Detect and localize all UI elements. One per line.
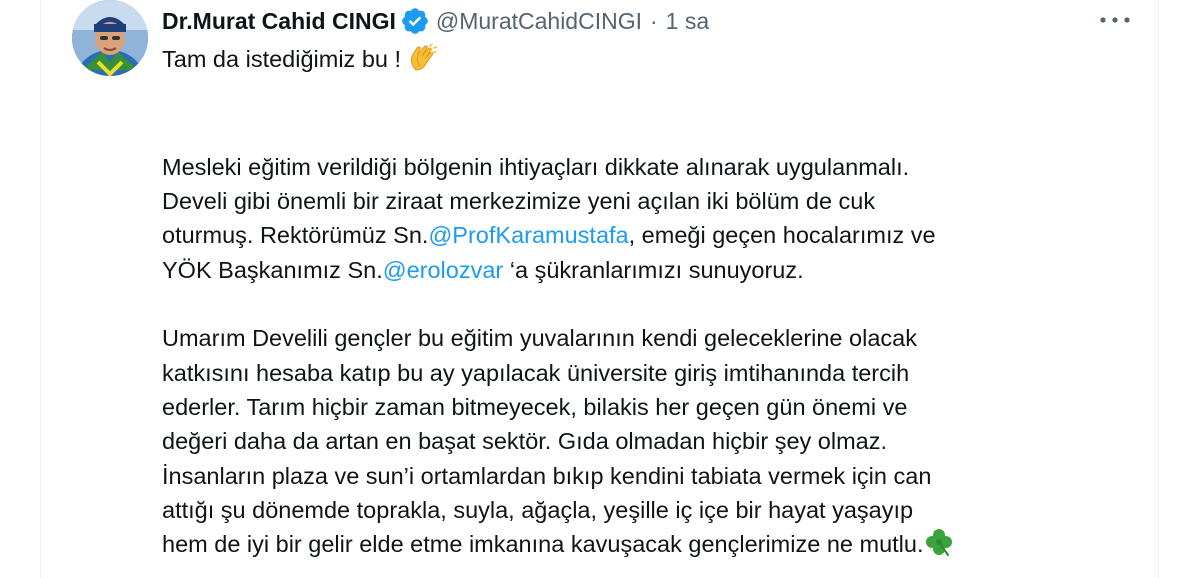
tweet-line: Develi gibi önemli bir ziraat merkezimiz… <box>162 188 876 215</box>
shamrock-emoji <box>924 527 954 566</box>
clapping-hands-emoji <box>408 43 438 81</box>
tweet-line: Tam da istediğimiz bu ! <box>162 42 1152 81</box>
more-horizontal-icon[interactable] <box>1098 10 1132 30</box>
author-handle[interactable]: @MuratCahidCINGI <box>436 6 642 36</box>
tweet-text: Tam da istediğimiz bu ! Mesleki eğitim v… <box>162 42 1152 566</box>
tweet-line: Mesleki eğitim verildiği bölgenin ihtiya… <box>162 153 910 180</box>
author-avatar[interactable] <box>72 0 148 76</box>
mention-link[interactable]: @erolozvar <box>383 257 504 283</box>
header-separator: · <box>649 8 658 34</box>
tweet-line: attığı şu dönemde toprakla, suyla, ağaçl… <box>162 496 914 523</box>
tweet-line: İnsanların plaza ve sun’i ortamlardan bı… <box>162 462 932 489</box>
tweet-line: katkısını hesaba katıp bu ay yapılacak ü… <box>162 359 910 386</box>
tweet-line: ederler. Tarım hiçbir zaman bitmeyecek, … <box>162 393 908 420</box>
tweet-header: Dr.Murat Cahid CINGI @MuratCahidCINGI · … <box>162 4 709 38</box>
tweet-line: Umarım Develili gençler bu eğitim yuvala… <box>162 325 917 352</box>
tweet-line: değeri daha da artan en başat sektör. Gı… <box>162 428 888 455</box>
verified-badge-icon[interactable] <box>400 6 430 36</box>
tweet-line: YÖK Başkanımız Sn.@erolozvar ‘a şükranla… <box>162 256 804 283</box>
tweet-line: hem de iyi bir gelir elde etme imkanına … <box>162 527 1152 566</box>
tweet-timestamp[interactable]: 1 sa <box>666 6 709 36</box>
tweet-line: oturmuş. Rektörümüz Sn.@ProfKaramustafa,… <box>162 222 936 249</box>
mention-link[interactable]: @ProfKaramustafa <box>428 222 628 248</box>
author-display-name[interactable]: Dr.Murat Cahid CINGI <box>162 6 396 36</box>
